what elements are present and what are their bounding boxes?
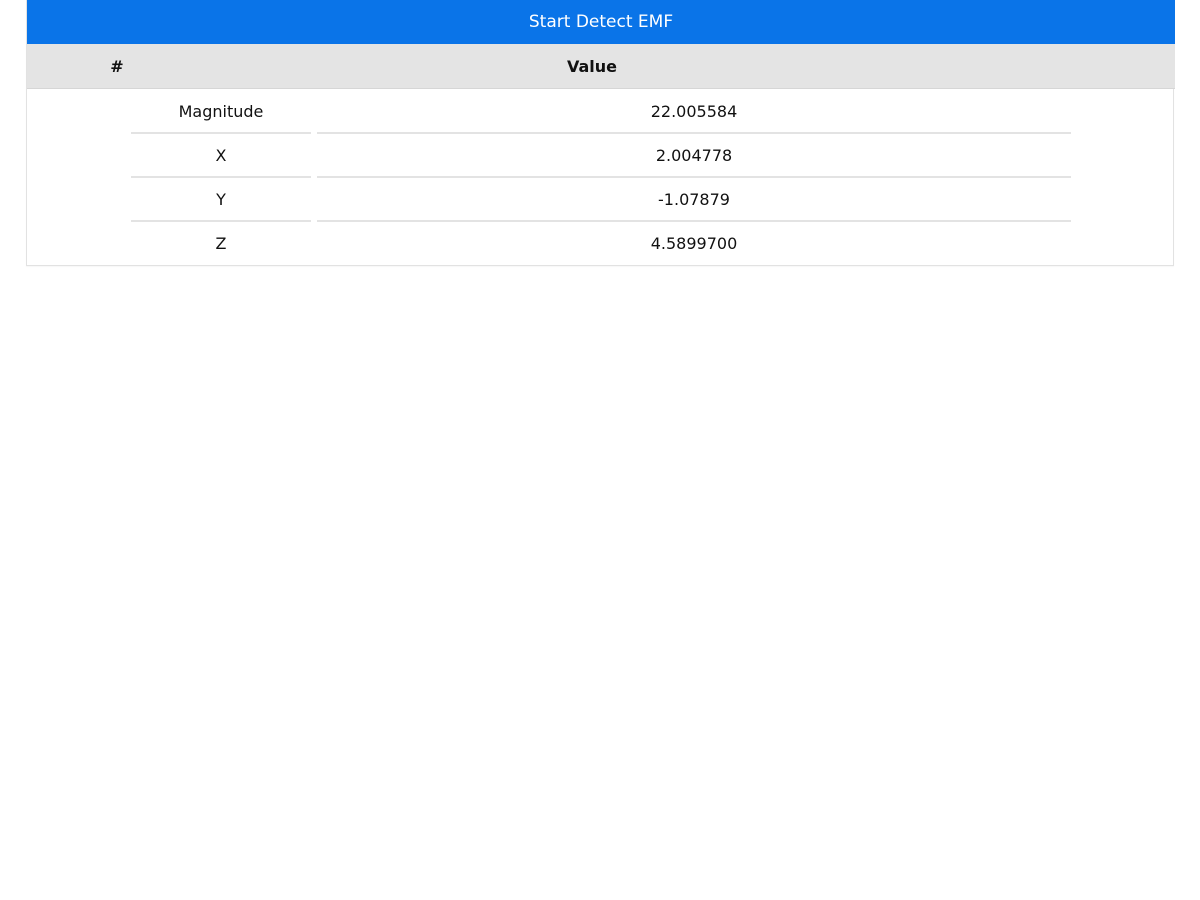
table-row-x: X 2.004778 [27, 134, 1175, 178]
row-label: Z [215, 234, 227, 253]
row-label: Magnitude [178, 102, 264, 121]
emf-readings-panel: Start Detect EMF # Value Magnitude 22.00… [26, 0, 1175, 266]
row-label: X [215, 146, 227, 165]
row-value: -1.07879 [658, 190, 730, 209]
row-value: 22.005584 [650, 102, 738, 121]
table-header: # Value [27, 44, 1175, 89]
column-header-index: # [110, 57, 124, 76]
table-row-y: Y -1.07879 [27, 178, 1175, 222]
column-header-value: Value [566, 57, 618, 76]
row-value: 4.5899700 [650, 234, 738, 253]
emf-detector-app: Start Detect EMF # Value Magnitude 22.00… [0, 0, 1200, 900]
row-label: Y [216, 190, 226, 209]
row-value: 2.004778 [655, 146, 733, 165]
start-detect-emf-button[interactable]: Start Detect EMF [27, 0, 1175, 44]
table-row-z: Z 4.5899700 [27, 222, 1175, 266]
table-row-magnitude: Magnitude 22.005584 [27, 90, 1175, 134]
